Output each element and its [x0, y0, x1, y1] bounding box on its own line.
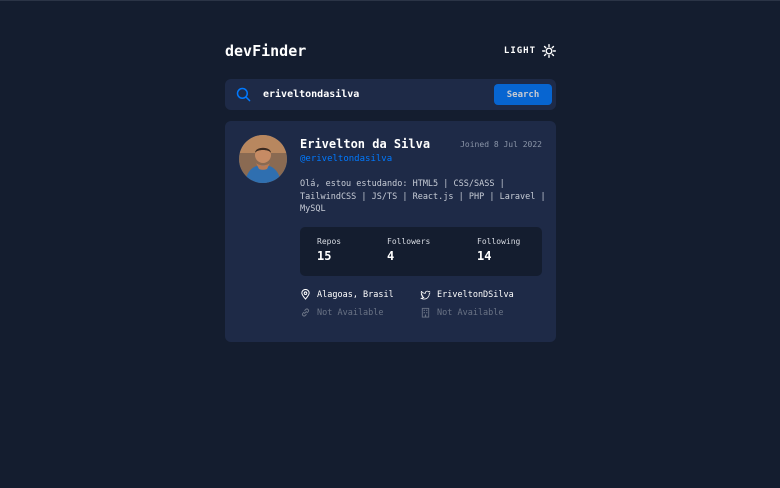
company-text: Not Available: [437, 307, 504, 318]
top-border-line: [0, 0, 780, 1]
stat-followers-label: Followers: [387, 237, 431, 246]
twitter-icon: [420, 289, 431, 300]
stat-repos-value: 15: [317, 249, 332, 263]
profile-bio: Olá, estou estudando: HTML5 | CSS/SASS |…: [300, 179, 546, 214]
theme-toggle-label: LIGHT: [503, 46, 536, 56]
app-logo: devFinder: [225, 42, 307, 60]
building-icon: [420, 307, 431, 318]
sun-icon: [542, 44, 556, 58]
stat-following-label: Following: [477, 237, 521, 246]
link-icon: [300, 307, 311, 318]
stat-followers: Followers 4: [387, 237, 430, 263]
location-pin-icon: [300, 289, 311, 300]
avatar: [239, 135, 287, 183]
stat-repos-label: Repos: [317, 237, 342, 246]
search-input[interactable]: [263, 85, 473, 104]
company-item: Not Available: [420, 307, 504, 318]
stats-panel: Repos 15 Followers 4 Following 14: [300, 227, 542, 276]
blog-text: Not Available: [317, 307, 384, 318]
twitter-item[interactable]: EriveltonDSilva: [420, 289, 514, 300]
stat-following: Following 14: [477, 237, 520, 263]
location-text: Alagoas, Brasil: [317, 289, 394, 300]
location-item: Alagoas, Brasil: [300, 289, 394, 300]
blog-item: Not Available: [300, 307, 384, 318]
profile-card: Erivelton da Silva Joined 8 Jul 2022 @er…: [225, 121, 556, 342]
search-icon: [236, 87, 251, 102]
profile-links: Alagoas, Brasil EriveltonDSilva Not Avai…: [300, 289, 550, 323]
app-header: devFinder LIGHT: [225, 40, 556, 62]
stat-repos: Repos 15: [317, 237, 341, 263]
search-button[interactable]: Search: [494, 84, 552, 105]
profile-login-link[interactable]: @eriveltondasilva: [300, 154, 392, 164]
theme-toggle-button[interactable]: LIGHT: [504, 44, 556, 58]
twitter-text: EriveltonDSilva: [437, 289, 514, 300]
stat-following-value: 14: [477, 249, 492, 263]
profile-name: Erivelton da Silva: [300, 137, 431, 151]
stat-followers-value: 4: [387, 249, 395, 263]
joined-date: Joined 8 Jul 2022: [460, 140, 542, 149]
